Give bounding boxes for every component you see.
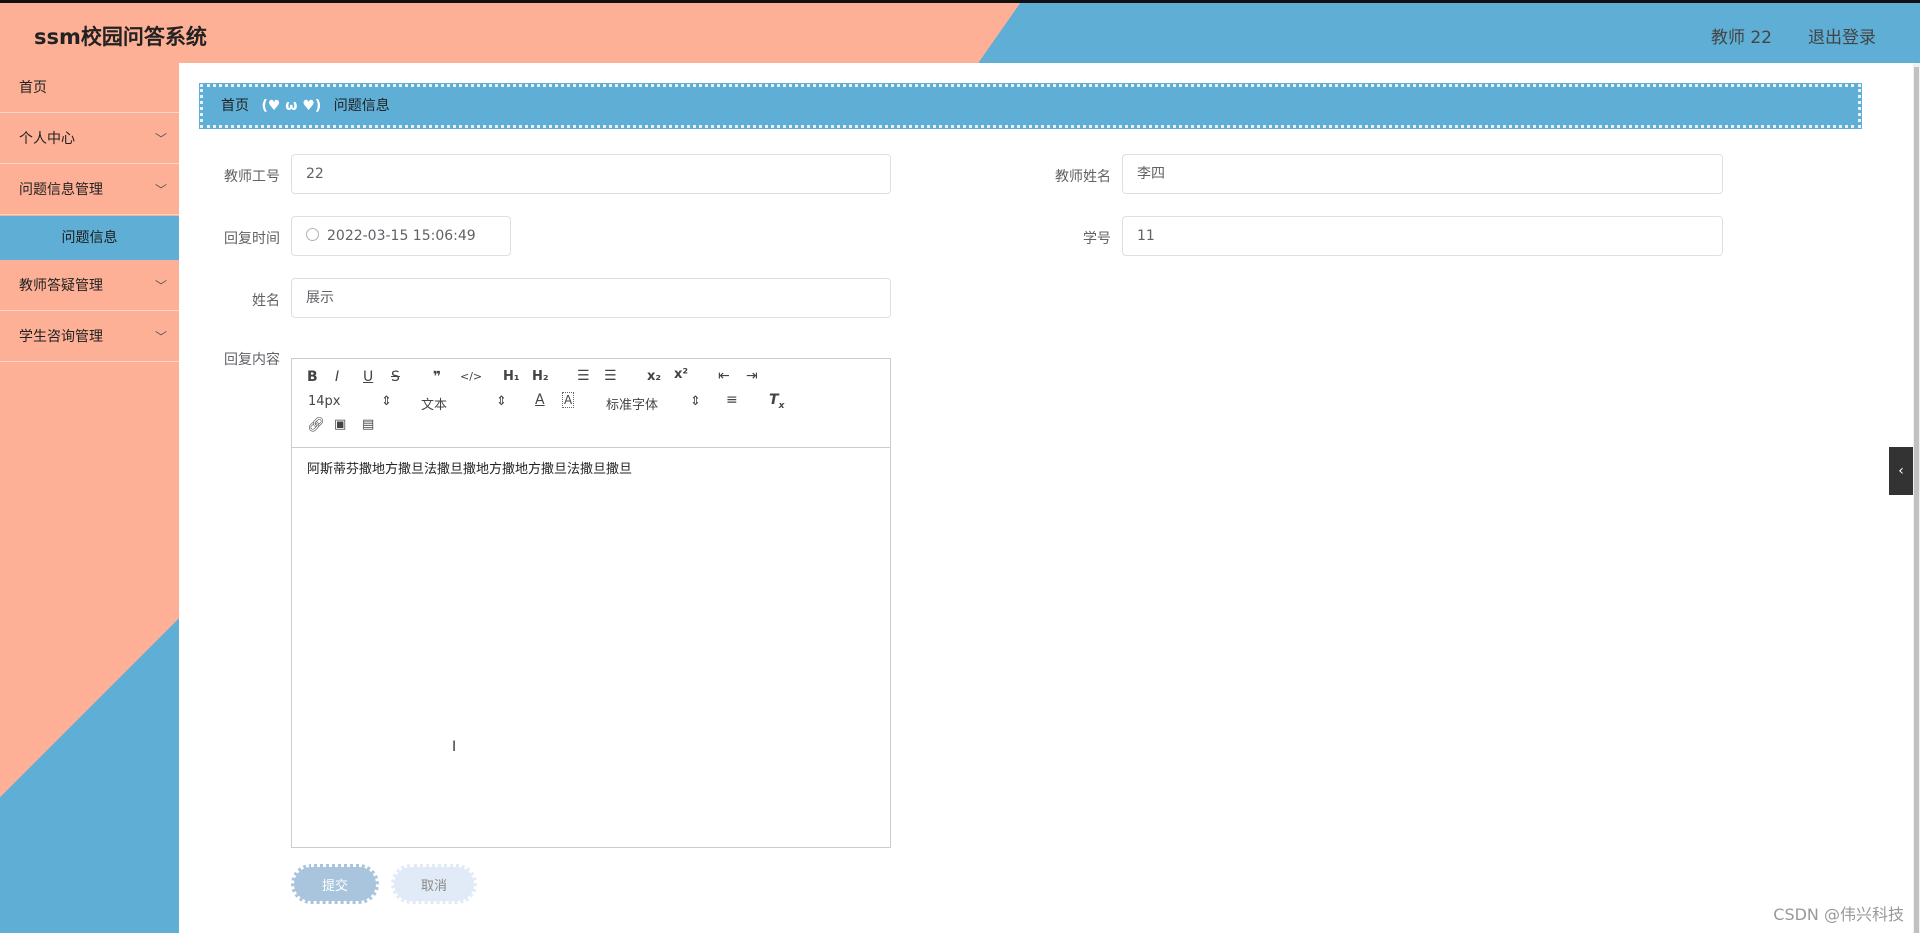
scrollbar-thumb[interactable] [1914,67,1919,933]
collapse-panel-handle[interactable]: ‹ [1889,447,1913,495]
reply-time-picker[interactable]: 2022-03-15 15:06:49 [291,216,511,256]
header2-button[interactable]: H₂ [532,369,549,384]
blockquote-icon[interactable]: ❞ [433,369,441,385]
indent-icon[interactable]: ⇥ [746,368,758,384]
editor-toolbar: B I U S ❞ </> H₁ H₂ ☰ ☰ x₂ x² ⇤ ⇥ 14px ⇕ … [292,359,890,448]
breadcrumb-home[interactable]: 首页 [221,98,249,114]
clear-format-icon[interactable]: Tx [769,392,784,411]
app-title: ssm校园问答系统 [34,25,207,49]
font-family-value: 标准字体 [606,398,659,413]
chevron-left-icon: ‹ [1898,463,1904,479]
bullet-list-icon[interactable]: ☰ [604,368,617,384]
sidebar-item-student-consult[interactable]: 学生咨询管理 ﹀ [0,312,179,362]
sidebar-item-home[interactable]: 首页 [0,63,179,113]
size-select-value: 14px [308,394,341,409]
chevron-down-icon: ﹀ [154,183,167,197]
link-icon[interactable]: 🔗︎ [307,417,325,433]
breadcrumb-current: 问题信息 [333,98,390,114]
sidebar-item-label: 教师答疑管理 [19,278,103,294]
teacher-name-label: 教师姓名 [1055,169,1111,185]
underline-button[interactable]: U [363,369,373,385]
reply-time-value: 2022-03-15 15:06:49 [327,228,476,244]
bold-button[interactable]: B [307,369,318,385]
submit-button[interactable]: 提交 [291,864,379,904]
teacher-id-field[interactable]: 22 [291,154,891,194]
teacher-id-label: 教师工号 [224,169,280,185]
student-no-field[interactable]: 11 [1122,216,1723,256]
top-header: ssm校园问答系统 教师 22 退出登录 [0,0,1920,63]
chevron-down-icon: ﹀ [154,132,167,146]
sidebar-item-label: 首页 [19,80,47,96]
main-content: 首页 (♥ ω ♥) 问题信息 教师工号 22 教师姓名 李四 回复时间 202… [179,63,1920,933]
name-label: 姓名 [252,293,280,309]
select-arrow-icon: ⇕ [496,394,507,409]
cancel-button[interactable]: 取消 [391,864,477,904]
editor-content[interactable]: 阿斯蒂芬撒地方撒旦法撒旦撒地方撒地方撒旦法撒旦撒旦 [292,448,890,487]
sidebar-item-label: 个人中心 [19,131,75,147]
chevron-down-icon: ﹀ [154,330,167,344]
breadcrumb: 首页 (♥ ω ♥) 问题信息 [199,83,1862,129]
select-arrow-icon: ⇕ [381,394,392,409]
font-color-icon[interactable]: A [535,392,545,408]
text-cursor-icon: I [452,739,457,755]
chevron-down-icon: ﹀ [154,279,167,293]
teacher-name-field[interactable]: 李四 [1122,154,1723,194]
subscript-button[interactable]: x₂ [647,369,661,384]
sidebar-item-teacher-qa[interactable]: 教师答疑管理 ﹀ [0,261,179,311]
select-arrow-icon: ⇕ [690,394,701,409]
header1-button[interactable]: H₁ [503,369,520,384]
sidebar-item-question-management[interactable]: 问题信息管理 ﹀ [0,165,179,215]
sidebar-item-label: 问题信息管理 [19,182,103,198]
image-icon[interactable]: ▣ [334,417,346,432]
superscript-button[interactable]: x² [674,367,688,382]
logout-link[interactable]: 退出登录 [1808,23,1876,48]
size-select[interactable]: 14px ⇕ [308,394,392,409]
reply-content-label: 回复内容 [224,352,280,368]
watermark: CSDN @伟兴科技 [1773,905,1904,924]
background-color-icon[interactable]: A [562,392,575,408]
sidebar-item-personal-center[interactable]: 个人中心 ﹀ [0,114,179,164]
font-family-select[interactable]: 标准字体 ⇕ [606,394,701,413]
current-user-label: 教师 22 [1710,28,1772,48]
student-no-label: 学号 [1083,231,1111,247]
rich-text-editor: B I U S ❞ </> H₁ H₂ ☰ ☰ x₂ x² ⇤ ⇥ 14px ⇕ … [291,358,891,848]
align-icon[interactable]: ≡ [726,392,738,408]
text-select[interactable]: 文本 ⇕ [421,394,507,413]
outdent-icon[interactable]: ⇤ [718,368,730,384]
reply-time-label: 回复时间 [224,231,280,247]
breadcrumb-separator: (♥ ω ♥) [261,98,322,114]
ordered-list-icon[interactable]: ☰ [577,368,590,384]
strike-button[interactable]: S [391,369,400,385]
name-field[interactable]: 展示 [291,278,891,318]
sidebar-subitem-question-info[interactable]: 问题信息 [0,216,179,260]
code-block-icon[interactable]: </> [460,370,482,383]
sidebar: 首页 个人中心 ﹀ 问题信息管理 ﹀ 问题信息 教师答疑管理 ﹀ 学生咨询管理 … [0,63,179,933]
sidebar-item-label: 学生咨询管理 [19,329,103,345]
sidebar-item-label: 问题信息 [61,230,118,246]
italic-button[interactable]: I [335,369,339,385]
video-icon[interactable]: ▤ [362,417,374,432]
vertical-scrollbar[interactable] [1913,63,1920,933]
clock-icon [306,228,319,241]
text-select-value: 文本 [421,398,448,413]
